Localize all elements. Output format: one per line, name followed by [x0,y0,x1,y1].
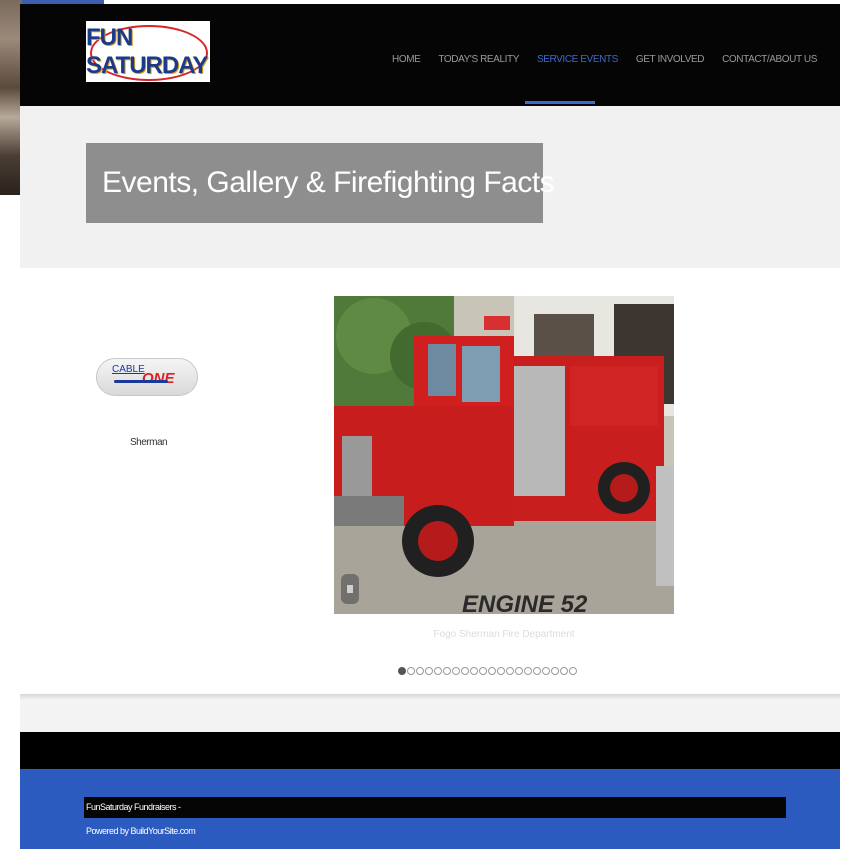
nav-service-events[interactable]: SERVICE EVENTS [537,54,618,65]
slideshow-dot[interactable] [407,667,415,675]
nav-active-indicator [525,101,595,104]
slideshow-dot[interactable] [515,667,523,675]
sponsor-swoosh [114,380,168,383]
sponsor-logo-cable: CABLE [112,364,145,375]
sponsor-logo-cable-one[interactable]: CABLE ONE [96,358,198,396]
slideshow-dot[interactable] [434,667,442,675]
footer-copyright: FunSaturday Fundraisers - [86,802,181,812]
page-container: FUN SATURDAY HOME TODAY'S REALITY SERVIC… [20,4,840,849]
slideshow-dot[interactable] [497,667,505,675]
slideshow-dot[interactable] [398,667,406,675]
page-title: Events, Gallery & Firefighting Facts [102,166,555,199]
slideshow-dot[interactable] [569,667,577,675]
slideshow-image-fire-engine[interactable]: ENGINE 52 [334,296,674,614]
sponsor-logo-one: ONE [142,370,175,387]
nav-todays-reality[interactable]: TODAY'S REALITY [438,54,519,65]
slideshow-dot[interactable] [470,667,478,675]
nav-get-involved[interactable]: GET INVOLVED [636,54,705,65]
slide-image-text: ENGINE 52 [462,591,588,614]
nav-home[interactable]: HOME [392,54,421,65]
slideshow-dot[interactable] [551,667,559,675]
slideshow-dot[interactable] [560,667,568,675]
slideshow-dot[interactable] [443,667,451,675]
site-logo[interactable]: FUN SATURDAY [86,21,210,82]
slide-caption: Fogo Sherman Fire Department [433,629,575,640]
main-nav: HOME TODAY'S REALITY SERVICE EVENTS GET … [392,54,817,65]
slideshow-dot[interactable] [425,667,433,675]
slideshow-dot[interactable] [524,667,532,675]
background-photo-edge [0,0,22,195]
slideshow-dot[interactable] [533,667,541,675]
site-footer: FunSaturday Fundraisers - Powered by Bui… [20,769,840,849]
slideshow-dot[interactable] [506,667,514,675]
footer-bar: FunSaturday Fundraisers - [84,797,786,818]
slideshow-pagination [398,667,577,675]
slideshow-prev-button[interactable] [341,574,359,604]
sponsor-name: Sherman [130,437,168,448]
title-band: Events, Gallery & Firefighting Facts [20,106,840,268]
slideshow-dot[interactable] [479,667,487,675]
fire-engine-photo: ENGINE 52 [334,296,674,614]
footer-top-bar [20,732,840,769]
slideshow-dot[interactable] [542,667,550,675]
slideshow-dot[interactable] [416,667,424,675]
nav-contact-about[interactable]: CONTACT/ABOUT US [722,54,817,65]
slideshow-dot[interactable] [461,667,469,675]
slideshow-dot[interactable] [452,667,460,675]
page-title-box: Events, Gallery & Firefighting Facts [86,143,555,223]
site-header: FUN SATURDAY HOME TODAY'S REALITY SERVIC… [20,4,840,106]
footer-powered-by[interactable]: Powered by BuildYourSite.com [86,826,196,836]
slideshow-dot[interactable] [488,667,496,675]
lower-band [20,700,840,732]
logo-text: FUN SATURDAY [86,23,208,79]
